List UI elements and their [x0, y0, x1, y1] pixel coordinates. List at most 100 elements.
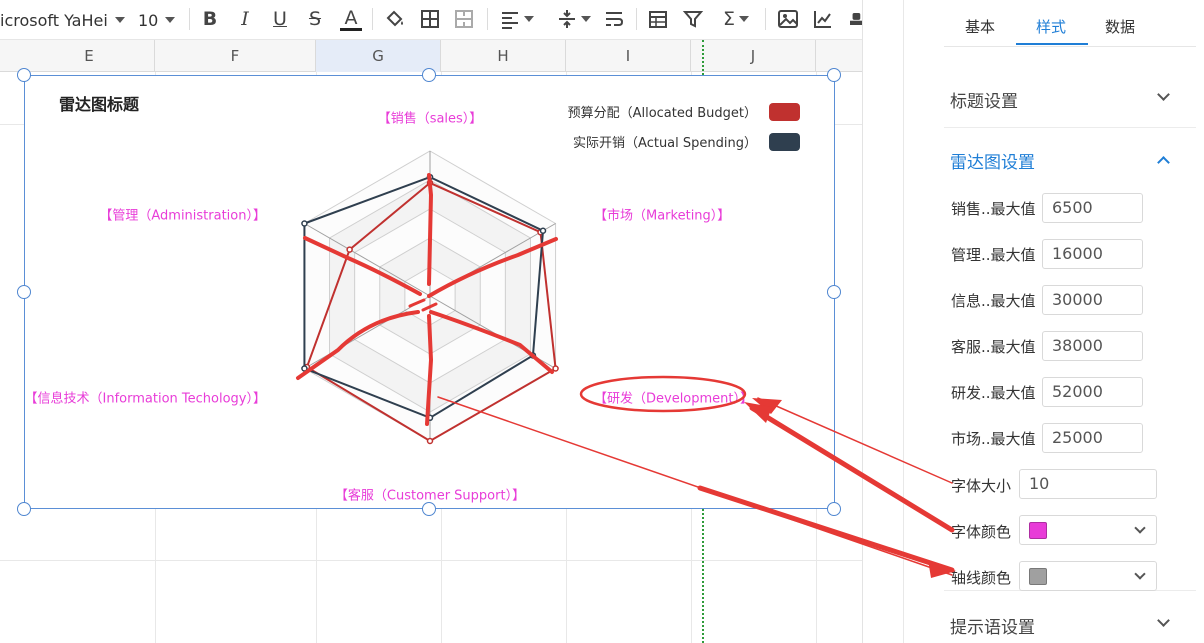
column-header-j[interactable]: J	[691, 40, 816, 72]
resize-handle-top-right[interactable]	[827, 68, 841, 82]
fill-color-button[interactable]	[382, 6, 408, 32]
axis-color-swatch	[1029, 568, 1047, 585]
border-button[interactable]	[417, 6, 443, 32]
toolbar-divider	[189, 8, 190, 30]
column-letter: F	[230, 47, 240, 65]
toolbar: icrosoft YaHei 10 B I U S A Σ	[0, 0, 862, 40]
resize-handle-right[interactable]	[827, 285, 841, 299]
axis-color-label: 轴线颜色	[951, 569, 1012, 587]
radar-data-point	[552, 365, 559, 372]
section-radar-settings-label[interactable]: 雷达图设置	[950, 148, 1035, 173]
column-header-bar: E F G H I J	[0, 40, 862, 72]
table-button[interactable]	[645, 6, 671, 32]
wrap-text-button[interactable]	[601, 6, 627, 32]
filter-button[interactable]	[680, 6, 706, 32]
column-header-h[interactable]: H	[441, 40, 566, 72]
toolbar-divider	[372, 8, 373, 30]
section-title-settings[interactable]: 标题设置	[944, 47, 1196, 128]
table-icon	[649, 11, 667, 28]
chevron-down-icon	[165, 17, 176, 23]
max-input-sales[interactable]: 6500	[1042, 193, 1143, 223]
column-header-g[interactable]: G	[316, 40, 441, 72]
chevron-down-icon	[739, 16, 749, 22]
column-letter: I	[625, 47, 631, 65]
vertical-align-button[interactable]	[553, 6, 593, 32]
font-color-label: 字体颜色	[951, 523, 1012, 541]
column-letter: E	[84, 47, 94, 65]
tab-basic[interactable]: 基本	[965, 16, 995, 37]
image-icon	[778, 10, 798, 28]
toolbar-divider	[636, 8, 637, 30]
font-color-picker[interactable]	[1019, 515, 1157, 545]
insert-image-button[interactable]	[775, 6, 801, 32]
more-tools-button[interactable]	[850, 6, 862, 32]
font-size-value: 10	[138, 10, 159, 30]
radar-data-point	[426, 437, 434, 445]
max-label-administration: 管理..最大值	[951, 246, 1036, 264]
chevron-down-icon	[523, 16, 534, 22]
radar-chart-container[interactable]: 【销售（sales）】 【市场（Marketing）】 【研发（Developmen…	[24, 75, 835, 509]
resize-handle-bottom[interactable]	[422, 502, 436, 516]
radar-data-point	[346, 246, 353, 253]
grid-line	[0, 560, 862, 561]
font-size-input[interactable]: 10	[1019, 469, 1157, 499]
vertical-align-icon	[558, 10, 575, 28]
radar-axis-label: 【销售（sales）】	[378, 111, 483, 127]
wrap-text-icon	[606, 12, 624, 26]
column-header-i[interactable]: I	[566, 40, 691, 72]
filter-icon	[682, 11, 704, 28]
merge-cells-button[interactable]	[451, 6, 477, 32]
font-size-select[interactable]: 10	[138, 8, 176, 32]
font-color-swatch	[1029, 522, 1047, 539]
strikethrough-icon: S	[308, 8, 322, 30]
border-grid-icon	[421, 10, 439, 28]
font-color-button[interactable]: A	[338, 6, 364, 32]
font-family-select[interactable]: icrosoft YaHei	[0, 8, 125, 32]
strikethrough-button[interactable]: S	[303, 6, 327, 32]
radar-axis-label: 【管理（Administration）】	[99, 209, 266, 224]
chevron-down-icon	[1134, 522, 1146, 534]
sum-button[interactable]: Σ	[716, 6, 756, 32]
radar-axis-label: 【研发（Development）】	[594, 391, 753, 407]
resize-handle-left[interactable]	[17, 285, 31, 299]
max-input-it[interactable]: 30000	[1042, 285, 1143, 315]
max-label-marketing: 市场..最大值	[951, 430, 1036, 448]
sigma-icon: Σ	[722, 8, 735, 30]
active-tab-indicator	[1016, 43, 1088, 45]
underline-icon: U	[273, 8, 287, 30]
legend-item-spending[interactable]: 实际开销（Actual Spending）	[573, 132, 800, 151]
paint-bucket-icon	[386, 10, 403, 27]
insert-chart-button[interactable]	[810, 6, 836, 32]
spreadsheet-area[interactable]: E F G H I J 【销售（sales）】 【市场（Marketing）】 【研…	[0, 40, 862, 643]
legend-swatch	[769, 102, 800, 121]
max-input-customer-support[interactable]: 38000	[1042, 331, 1143, 361]
resize-handle-top[interactable]	[422, 68, 436, 82]
font-color-bar	[340, 27, 362, 31]
max-input-marketing[interactable]: 25000	[1042, 423, 1143, 453]
underline-button[interactable]: U	[268, 6, 292, 32]
chart-settings-panel: 基本 样式 数据 标题设置 雷达图设置 提示语设置	[903, 0, 1204, 643]
font-color-icon: A	[344, 6, 358, 29]
axis-color-picker[interactable]	[1019, 561, 1157, 591]
tab-data[interactable]: 数据	[1105, 16, 1135, 37]
resize-handle-bottom-left[interactable]	[17, 502, 31, 516]
column-header-f[interactable]: F	[155, 40, 316, 72]
section-tooltip-settings[interactable]: 提示语设置	[944, 590, 1196, 643]
horizontal-align-button[interactable]	[496, 6, 536, 32]
bold-button[interactable]: B	[198, 6, 222, 32]
column-header-e[interactable]: E	[24, 40, 155, 72]
max-input-development[interactable]: 52000	[1042, 377, 1143, 407]
chevron-up-icon[interactable]	[1157, 156, 1170, 169]
legend-item-budget[interactable]: 预算分配（Allocated Budget）	[568, 102, 800, 121]
italic-button[interactable]: I	[233, 6, 257, 32]
stamp-icon	[850, 13, 862, 25]
tab-style[interactable]: 样式	[1036, 16, 1066, 37]
legend-label: 实际开销（Actual Spending）	[573, 136, 757, 151]
max-input-administration[interactable]: 16000	[1042, 239, 1143, 269]
font-family-value: icrosoft YaHei	[0, 10, 108, 30]
chevron-down-icon	[1134, 568, 1146, 580]
resize-handle-top-left[interactable]	[17, 68, 31, 82]
column-letter: J	[750, 47, 756, 65]
resize-handle-bottom-right[interactable]	[827, 502, 841, 516]
column-letter: H	[497, 47, 509, 65]
